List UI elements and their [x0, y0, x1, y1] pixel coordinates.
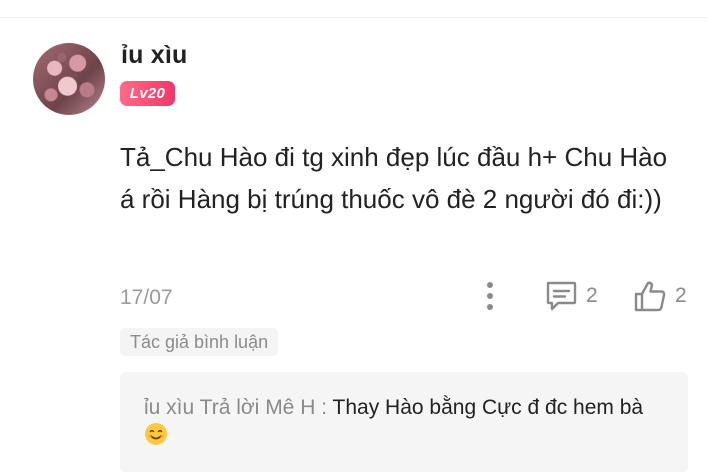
avatar[interactable]	[33, 43, 105, 115]
thumbs-up-icon	[634, 281, 666, 312]
reply-message: Thay Hào bằng Cực đ đc hem bà	[332, 396, 644, 419]
author-tag-label: Tác giả bình luận	[130, 331, 269, 352]
reply-action: Trả lời	[199, 396, 260, 419]
more-vertical-icon[interactable]	[479, 280, 501, 312]
comment-bubble-icon	[546, 281, 577, 311]
like-button[interactable]: 2	[633, 279, 687, 313]
username[interactable]: ỉu xìu	[121, 41, 187, 70]
top-divider	[0, 17, 708, 18]
reply-text-block: ỉu xìu Trả lời Mê H : Thay Hào bằng Cực …	[144, 394, 664, 450]
comment-text: Tả_Chu Hào đi tg xinh đẹp lúc đầu h+ Chu…	[120, 142, 668, 214]
author-tag: Tác giả bình luận	[120, 328, 279, 356]
reply-author[interactable]: ỉu xìu	[144, 396, 194, 419]
reply-count: 2	[586, 284, 598, 307]
like-count: 2	[675, 284, 687, 307]
reply-separator: :	[321, 396, 328, 419]
reply-preview[interactable]: ỉu xìu Trả lời Mê H : Thay Hào bằng Cực …	[120, 372, 688, 472]
reply-target[interactable]: Mê H	[265, 396, 315, 419]
smiling-face-emoji	[145, 423, 167, 445]
reply-button[interactable]: 2	[544, 279, 598, 313]
comment-date: 17/07	[120, 286, 173, 309]
level-badge: Lv20	[120, 81, 175, 106]
level-badge-label: Lv20	[129, 85, 166, 102]
